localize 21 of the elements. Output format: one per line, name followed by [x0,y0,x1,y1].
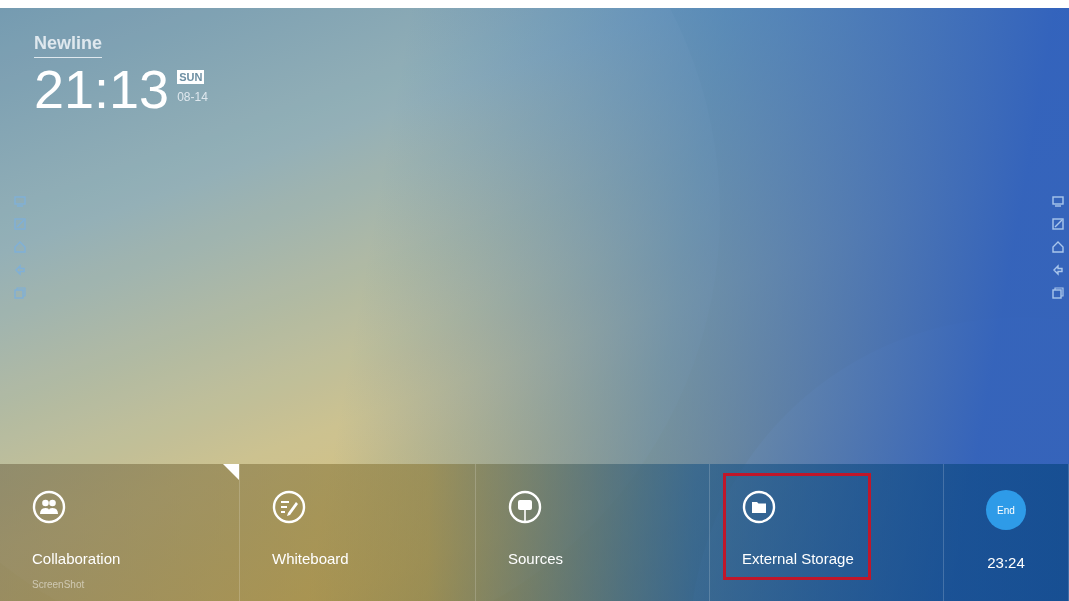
logo: Newline [34,30,103,58]
clock-time: 21:13 [34,62,170,116]
people-icon [32,490,66,524]
clock-day: SUN [177,70,205,84]
pencil-note-icon [272,490,306,524]
dock-tile[interactable]: Whiteboard [240,464,476,601]
folder-icon [742,490,776,524]
windows-icon[interactable] [1051,286,1065,300]
dock-tile[interactable]: Sources [476,464,710,601]
dock-tile[interactable]: End 23:24 [944,464,1069,601]
screen-icon[interactable] [1051,194,1065,208]
tile-sublabel: ScreenShot [32,578,85,591]
home-icon[interactable] [1051,240,1065,254]
dock-tile[interactable]: External Storage [710,464,944,601]
dock-tile[interactable]: Collaboration ScreenShot [0,464,240,601]
back-icon[interactable] [1051,263,1065,277]
pen-icon[interactable] [1051,217,1065,231]
selection-corner-marker [223,464,239,480]
plug-icon [508,490,542,524]
clock-date: 08-14 [177,89,208,106]
end-button[interactable]: End [986,490,1026,530]
